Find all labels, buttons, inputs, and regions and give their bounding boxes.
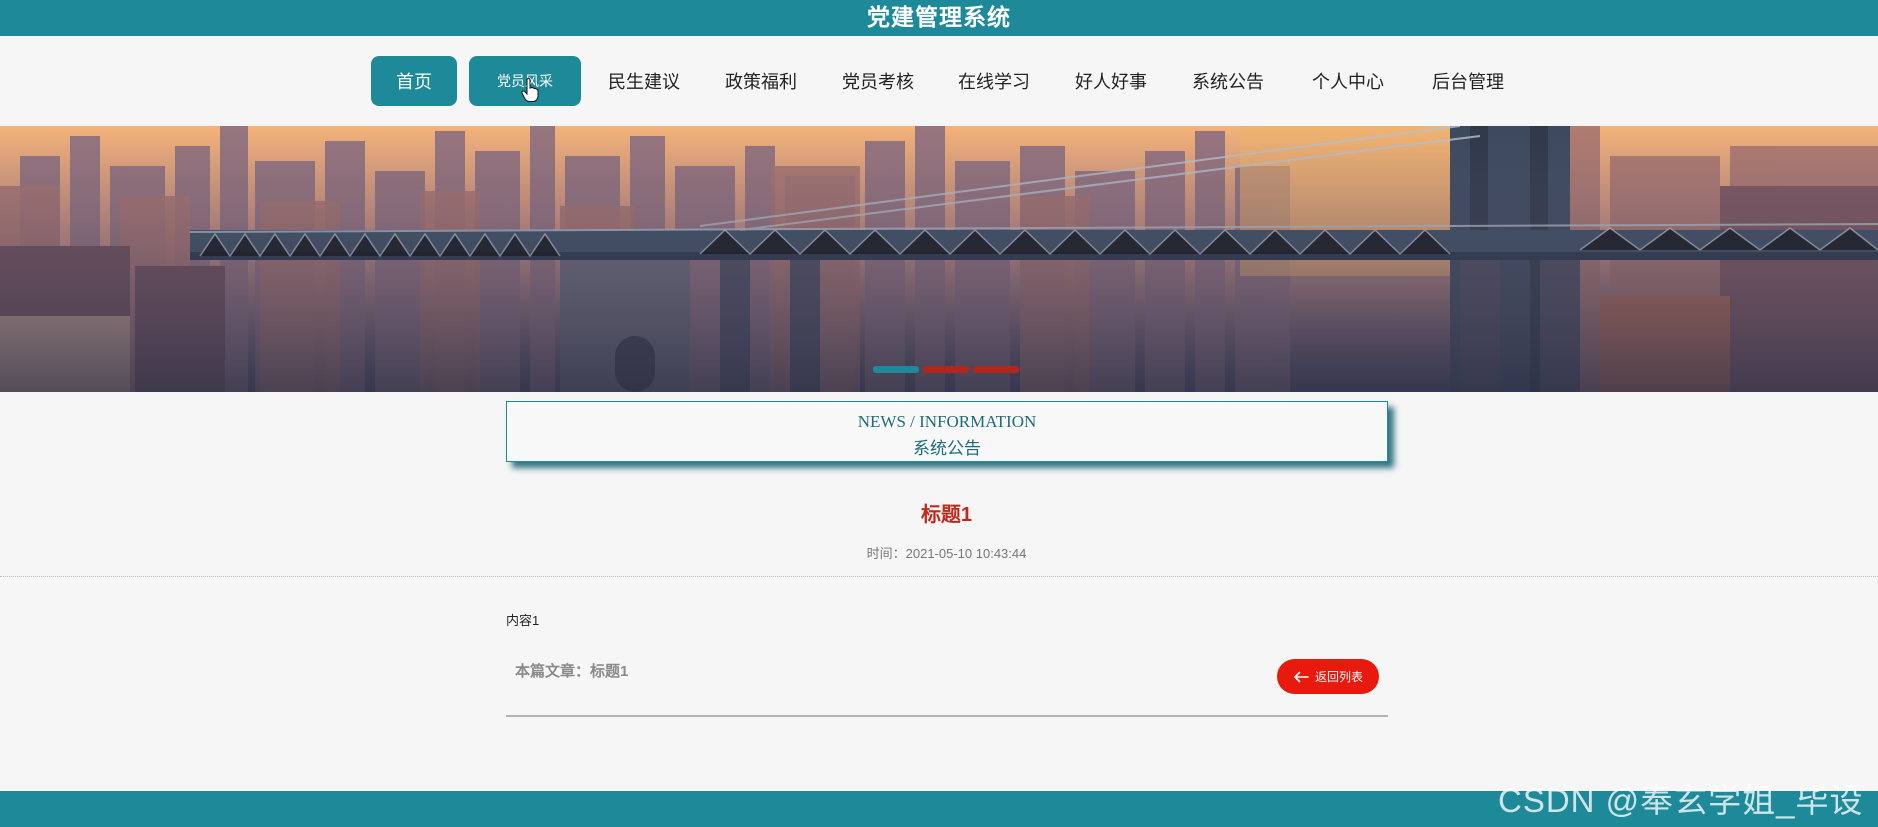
news-heading-cn: 系统公告 bbox=[913, 439, 981, 458]
hand-cursor-icon bbox=[521, 78, 539, 102]
arrow-left-icon bbox=[1294, 671, 1309, 682]
main-nav: 首页 党员风采 民生建议 政策福利 党员考核 在线学习 好人好事 系统公告 个人… bbox=[0, 36, 1878, 126]
hero-banner bbox=[0, 126, 1878, 392]
city-bridge-image bbox=[0, 126, 1878, 392]
nav-item-home[interactable]: 首页 bbox=[371, 56, 457, 106]
back-to-list-label: 返回列表 bbox=[1314, 670, 1363, 684]
carousel-indicators bbox=[873, 366, 1019, 374]
nav-item-online-learning[interactable]: 在线学习 bbox=[946, 56, 1042, 106]
carousel-dot[interactable] bbox=[923, 366, 969, 373]
nav-item-announcements[interactable]: 系统公告 bbox=[1180, 56, 1276, 106]
content-bottom-line bbox=[506, 715, 1388, 717]
article-content: 内容1 bbox=[506, 613, 540, 628]
watermark: CSDN @奉玄学姐_毕设 bbox=[1498, 782, 1864, 819]
nav-item-member-assessment[interactable]: 党员考核 bbox=[830, 56, 926, 106]
back-to-list-button[interactable]: 返回列表 bbox=[1277, 659, 1379, 694]
header-bar: 党建管理系统 bbox=[0, 0, 1878, 36]
site-title: 党建管理系统 bbox=[867, 4, 1011, 30]
carousel-dot-active[interactable] bbox=[873, 366, 919, 373]
news-heading-card: NEWS / INFORMATION 系统公告 bbox=[506, 401, 1388, 462]
carousel-dot[interactable] bbox=[973, 366, 1019, 373]
nav-item-admin[interactable]: 后台管理 bbox=[1420, 56, 1516, 106]
news-heading-en: NEWS / INFORMATION bbox=[857, 412, 1037, 431]
nav-item-personal-center[interactable]: 个人中心 bbox=[1300, 56, 1396, 106]
nav-item-good-deeds[interactable]: 好人好事 bbox=[1063, 56, 1159, 106]
article-title: 标题1 bbox=[920, 504, 973, 526]
article-time: 时间：2021-05-10 10:43:44 bbox=[866, 546, 1027, 561]
divider bbox=[0, 576, 1878, 577]
nav-item-suggestions[interactable]: 民生建议 bbox=[596, 56, 692, 106]
nav-item-policy-welfare[interactable]: 政策福利 bbox=[713, 56, 809, 106]
current-article-label: 本篇文章：标题1 bbox=[515, 663, 629, 680]
